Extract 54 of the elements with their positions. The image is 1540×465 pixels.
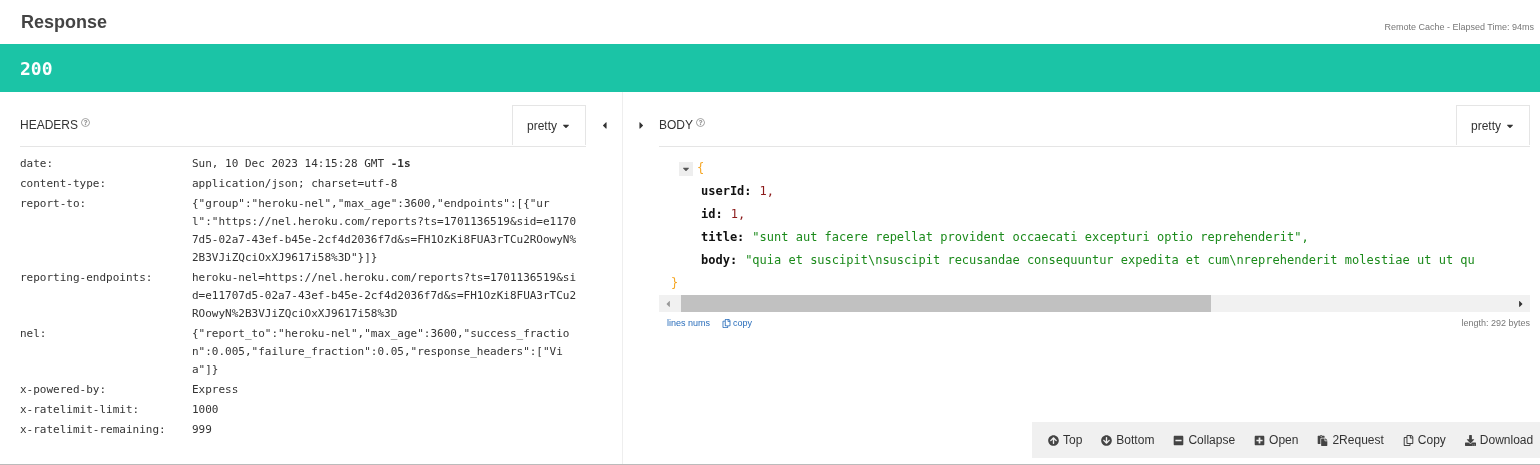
response-title: Response — [21, 11, 108, 33]
header-name: x-ratelimit-limit: — [20, 402, 141, 418]
header-name: x-ratelimit-remaining: — [20, 422, 167, 438]
json-key: title: — [701, 226, 745, 249]
length-info: length: 292 bytes — [1461, 318, 1530, 328]
json-value: "sunt aut facere repellat provident occaecati excepturi optio reprehenderit", — [752, 229, 1309, 246]
header-value: Express — [192, 382, 240, 398]
toolbar-button[interactable]: Collapse — [1173, 433, 1236, 447]
header-name: x-powered-by: — [20, 382, 108, 398]
json-key: userId: — [701, 180, 752, 203]
help-icon — [81, 118, 90, 127]
header-value: 999 — [192, 422, 213, 438]
arrow-down-icon — [1101, 434, 1113, 446]
json-brace: { — [697, 160, 705, 177]
format-dropdown[interactable]: pretty — [1456, 105, 1530, 145]
format-dropdown[interactable]: pretty — [512, 105, 586, 145]
toolbar-button[interactable]: Bottom — [1101, 433, 1155, 447]
header-value: 1000 — [192, 402, 220, 418]
copy-link[interactable]: copy — [722, 318, 753, 328]
toolbar-button[interactable]: Copy — [1402, 433, 1446, 447]
json-value: "quia et suscipit\nsuscipit recusandae consequuntur expedita et cum\nreprehenderit molestiae ut ut qu — [745, 252, 1475, 269]
header-name: nel: — [20, 326, 48, 342]
headers-label: HEADERS — [20, 118, 78, 132]
header-name: report-to: — [20, 196, 88, 212]
header-name: content-type: — [20, 176, 108, 192]
toolbar-button[interactable]: Download — [1464, 433, 1534, 447]
toolbar-button[interactable]: 2Request — [1317, 433, 1384, 447]
header-value: Sun, 10 Dec 2023 14:15:28 GMT -1s — [192, 156, 412, 172]
download-icon — [1464, 434, 1476, 446]
horizontal-scrollbar[interactable] — [659, 295, 1530, 312]
collapse-toggle[interactable] — [679, 161, 693, 176]
header-value: heroku-nel=https://nel.heroku.com/reports?ts=1701136519&sid=e11707d5-02a7-43ef-b45e-2cf4d2036f7d&s=FH1OzKi8FUA3rTCu2ROowyN%2B3VJiZQciOxXJ9617i58%3D — [192, 270, 578, 322]
json-brace: } — [671, 276, 679, 290]
plus-icon — [1254, 434, 1266, 446]
toolbar-button[interactable]: Open — [1254, 433, 1299, 447]
json-key: id: — [701, 203, 723, 226]
status-code-bar: 200 — [0, 44, 1540, 92]
json-value: 1, — [730, 206, 746, 223]
help-icon — [696, 118, 705, 127]
header-value: {"report_to":"heroku-nel","max_age":3600,"success_fraction":0.005,"failure_fraction":0.05,"response_headers":["Via"]} — [192, 326, 571, 378]
arrow-up-icon — [1048, 434, 1059, 446]
header-value: application/json; charset=utf-8 — [192, 176, 399, 192]
line-numbers-link[interactable]: lines nums — [667, 318, 711, 328]
minus-icon — [1173, 434, 1185, 446]
clipboard-icon — [1317, 434, 1329, 446]
json-value: 1, — [759, 183, 775, 200]
body-label: BODY — [659, 118, 693, 132]
elapsed-time: Remote Cache - Elapsed Time: 94ms — [1384, 22, 1534, 32]
copy-icon — [722, 318, 732, 328]
copy-icon — [1402, 434, 1414, 446]
header-name: date: — [20, 156, 55, 172]
toolbar-button[interactable]: Top — [1048, 433, 1083, 447]
json-key: body: — [701, 249, 738, 272]
header-name: reporting-endpoints: — [20, 270, 154, 286]
